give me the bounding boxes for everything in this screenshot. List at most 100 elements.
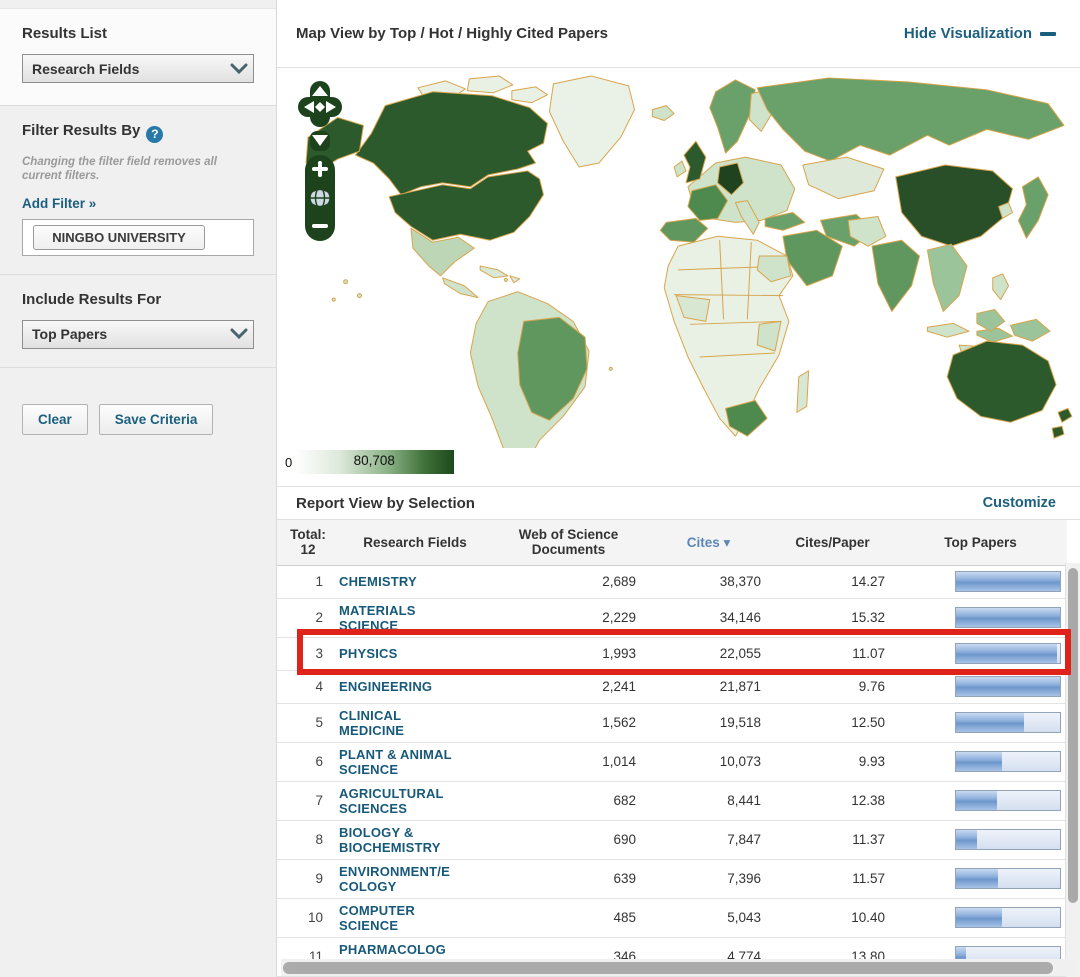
cites-cell: 22,055	[646, 637, 771, 670]
vertical-scrollbar[interactable]	[1065, 563, 1080, 977]
rank-cell: 2	[277, 598, 339, 637]
cites-cell: 8,441	[646, 781, 771, 820]
rank-cell: 7	[277, 781, 339, 820]
cites-per-paper-cell: 11.07	[771, 637, 894, 670]
filter-note: Changing the filter field removes all cu…	[22, 155, 254, 183]
top-papers-bar-fill	[956, 677, 1060, 696]
include-results-dropdown[interactable]: Top Papers	[22, 320, 254, 349]
table-header-row: Total: 12 Research Fields Web of Science…	[277, 520, 1067, 565]
cites-per-paper-cell: 14.27	[771, 565, 894, 598]
research-field-link[interactable]: BIOLOGY & BIOCHEMISTRY	[339, 825, 441, 855]
documents-cell: 1,993	[491, 637, 646, 670]
cites-per-paper-cell: 12.38	[771, 781, 894, 820]
sidebar: Results List Research Fields Filter Resu…	[0, 0, 277, 977]
results-list-dropdown[interactable]: Research Fields	[22, 54, 254, 83]
research-field-link[interactable]: PLANT & ANIMAL SCIENCE	[339, 747, 452, 777]
research-field-link[interactable]: MATERIALS SCIENCE	[339, 603, 416, 633]
total-header: Total: 12	[277, 520, 339, 565]
top-papers-bar-fill	[956, 830, 977, 849]
top-papers-bar	[955, 643, 1061, 664]
active-filter-chip[interactable]: NINGBO UNIVERSITY	[33, 225, 205, 250]
include-results-dropdown-value: Top Papers	[23, 326, 225, 342]
table-row: 1CHEMISTRY 2,68938,37014.27	[277, 565, 1067, 598]
research-field-link[interactable]: CHEMISTRY	[339, 574, 417, 589]
research-field-link[interactable]: COMPUTER SCIENCE	[339, 903, 415, 933]
world-map[interactable]	[290, 72, 1080, 448]
rank-cell: 4	[277, 670, 339, 703]
research-field-link[interactable]: AGRICULTURAL SCIENCES	[339, 786, 444, 816]
research-field-link[interactable]: CLINICAL MEDICINE	[339, 708, 404, 738]
rank-cell: 9	[277, 859, 339, 898]
documents-cell: 1,562	[491, 703, 646, 742]
top-papers-cell	[894, 670, 1067, 703]
rank-cell: 10	[277, 898, 339, 937]
rank-cell: 5	[277, 703, 339, 742]
filter-heading: Filter Results By?	[22, 122, 254, 143]
field-cell: ENVIRONMENT/E COLOGY	[339, 859, 491, 898]
column-header-cites-per-paper[interactable]: Cites/Paper	[771, 520, 894, 565]
research-field-link[interactable]: PHYSICS	[339, 646, 397, 661]
table-row: 6PLANT & ANIMAL SCIENCE1,01410,0739.93	[277, 742, 1067, 781]
column-header-documents[interactable]: Web of Science Documents	[491, 520, 646, 565]
customize-link[interactable]: Customize	[983, 495, 1056, 511]
table-row: 3PHYSICS 1,99322,05511.07	[277, 637, 1067, 670]
cites-cell: 21,871	[646, 670, 771, 703]
documents-cell: 1,014	[491, 742, 646, 781]
rank-cell: 8	[277, 820, 339, 859]
help-icon[interactable]: ?	[146, 126, 163, 143]
top-papers-bar-fill	[956, 752, 1002, 771]
cites-cell: 7,396	[646, 859, 771, 898]
chevron-down-icon	[225, 63, 253, 75]
research-field-link[interactable]: ENVIRONMENT/E COLOGY	[339, 864, 450, 894]
top-papers-cell	[894, 898, 1067, 937]
table-row: 7AGRICULTURAL SCIENCES6828,44112.38	[277, 781, 1067, 820]
hide-visualization-link[interactable]: Hide Visualization	[904, 25, 1056, 42]
report-view-header: Report View by Selection Customize	[277, 487, 1080, 520]
top-papers-cell	[894, 703, 1067, 742]
sort-descending-icon: ▾	[724, 535, 731, 550]
top-papers-bar-fill	[956, 869, 998, 888]
cites-cell: 19,518	[646, 703, 771, 742]
scale-max-label: 80,708	[294, 453, 454, 468]
chevron-down-icon	[225, 328, 253, 340]
rank-cell: 1	[277, 565, 339, 598]
vertical-scrollbar-thumb[interactable]	[1068, 568, 1078, 903]
top-papers-bar	[955, 712, 1061, 733]
cites-per-paper-cell: 12.50	[771, 703, 894, 742]
table-row: 2MATERIALS SCIENCE2,22934,14615.32	[277, 598, 1067, 637]
map-view-header: Map View by Top / Hot / Highly Cited Pap…	[277, 0, 1080, 68]
top-papers-bar-fill	[956, 572, 1060, 591]
save-criteria-button[interactable]: Save Criteria	[99, 404, 214, 435]
cites-cell: 7,847	[646, 820, 771, 859]
esi-app: Results List Research Fields Filter Resu…	[0, 0, 1080, 977]
documents-cell: 690	[491, 820, 646, 859]
top-papers-cell	[894, 859, 1067, 898]
documents-cell: 2,241	[491, 670, 646, 703]
table-row: 5CLINICAL MEDICINE 1,56219,51812.50	[277, 703, 1067, 742]
documents-cell: 2,689	[491, 565, 646, 598]
collapse-icon	[1040, 32, 1056, 36]
field-cell: CHEMISTRY	[339, 565, 491, 598]
horizontal-scrollbar-thumb[interactable]	[283, 962, 1053, 974]
field-cell: BIOLOGY & BIOCHEMISTRY	[339, 820, 491, 859]
top-papers-cell	[894, 598, 1067, 637]
map-color-scale: 0 80,708	[285, 450, 454, 474]
cites-cell: 38,370	[646, 565, 771, 598]
table-row: 9ENVIRONMENT/E COLOGY6397,39611.57	[277, 859, 1067, 898]
top-papers-cell	[894, 565, 1067, 598]
clear-button[interactable]: Clear	[22, 404, 88, 435]
map-zoom-control[interactable]	[304, 154, 336, 242]
report-view-title: Report View by Selection	[296, 495, 475, 512]
cites-per-paper-cell: 11.37	[771, 820, 894, 859]
horizontal-scrollbar[interactable]	[281, 959, 1076, 976]
research-field-link[interactable]: ENGINEERING	[339, 679, 432, 694]
rank-cell: 3	[277, 637, 339, 670]
field-cell: ENGINEERING	[339, 670, 491, 703]
table-row: 4ENGINEERING2,24121,8719.76	[277, 670, 1067, 703]
column-header-cites[interactable]: Cites ▾	[646, 520, 771, 565]
add-filter-link[interactable]: Add Filter »	[22, 196, 96, 211]
column-header-research-fields[interactable]: Research Fields	[339, 520, 491, 565]
map-pan-control[interactable]	[298, 81, 342, 151]
cites-cell: 10,073	[646, 742, 771, 781]
column-header-top-papers[interactable]: Top Papers	[894, 520, 1067, 565]
